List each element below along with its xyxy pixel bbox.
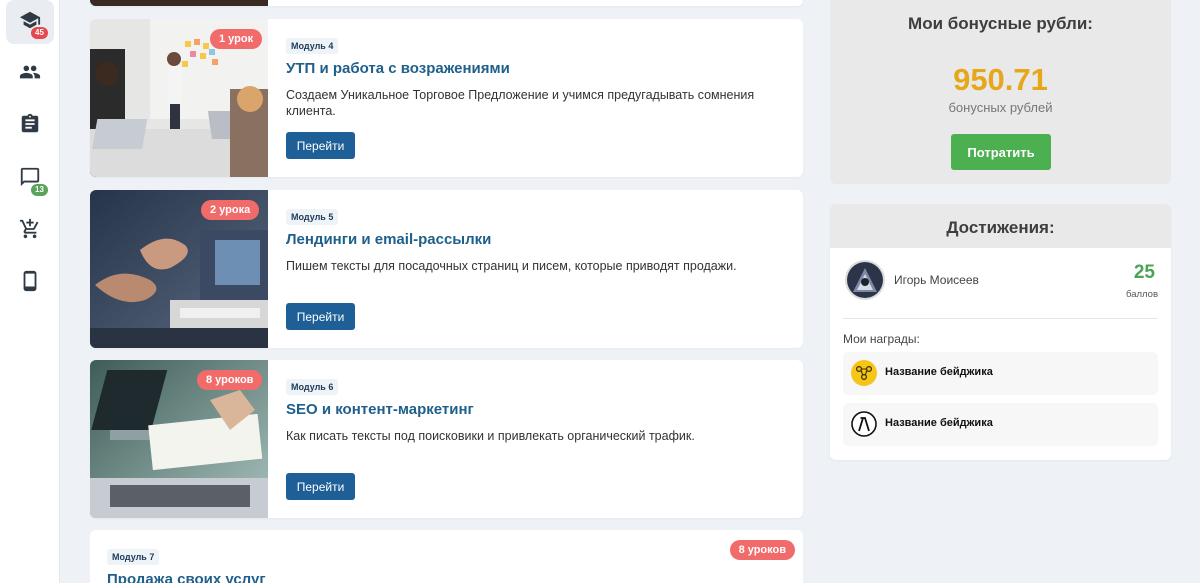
module-tag: Модуль 7 bbox=[107, 549, 160, 565]
module-tag: Модуль 5 bbox=[286, 209, 339, 225]
go-button[interactable]: Перейти bbox=[286, 303, 355, 330]
achievements-heading: Достижения: bbox=[946, 218, 1055, 237]
course-card-previous bbox=[90, 0, 803, 6]
divider bbox=[843, 318, 1158, 319]
course-card-module-4: 1 урок Модуль 4 УТП и работа с возражени… bbox=[90, 19, 803, 177]
avatar[interactable] bbox=[845, 260, 885, 300]
badge-name: Название бейджика bbox=[885, 366, 993, 378]
lessons-count-pill: 8 уроков bbox=[729, 540, 795, 560]
course-card-module-6: 8 уроков Модуль 6 SEO и контент-маркетин… bbox=[90, 360, 803, 518]
badge-item[interactable]: Название бейджика bbox=[843, 403, 1158, 446]
course-description: Как писать тексты под поисковики и привл… bbox=[286, 429, 695, 443]
course-title[interactable]: УТП и работа с возражениями bbox=[286, 60, 510, 77]
group-icon bbox=[19, 61, 41, 88]
course-card-module-5: 2 урока Модуль 5 Лендинги и email-рассыл… bbox=[90, 190, 803, 348]
course-description: Создаем Уникальное Торговое Предложение … bbox=[286, 88, 755, 118]
user-name[interactable]: Игорь Моисеев bbox=[894, 273, 979, 287]
sidebar-item-mobile[interactable] bbox=[6, 261, 54, 305]
score-value: 25 bbox=[1133, 262, 1155, 283]
lessons-count-pill: 1 урок bbox=[210, 29, 263, 49]
bonus-amount: 950.71 bbox=[953, 62, 1048, 97]
awards-label: Мои награды: bbox=[843, 332, 920, 346]
course-image bbox=[90, 0, 268, 6]
network-badge-icon bbox=[851, 360, 877, 386]
badge-item[interactable]: Название бейджика bbox=[843, 352, 1158, 395]
achievements-header: Достижения: bbox=[830, 204, 1171, 248]
lessons-count-pill: 8 уроков bbox=[197, 370, 263, 390]
sidebar-item-shop[interactable] bbox=[6, 209, 54, 253]
sidebar-item-tasks[interactable] bbox=[6, 104, 54, 148]
sidebar-item-group[interactable] bbox=[6, 52, 54, 96]
lambda-badge-icon bbox=[851, 411, 877, 437]
course-title[interactable]: Продажа своих услуг bbox=[107, 571, 266, 583]
sidebar-item-courses[interactable]: 45 bbox=[6, 0, 54, 44]
add-to-cart-icon bbox=[19, 218, 41, 245]
go-button[interactable]: Перейти bbox=[286, 132, 355, 159]
score-unit: баллов bbox=[1125, 289, 1158, 300]
lessons-count-pill: 2 урока bbox=[201, 200, 260, 220]
bonus-heading: Мои бонусные рубли: bbox=[908, 14, 1093, 33]
bonus-unit: бонусных рублей bbox=[948, 100, 1053, 115]
badge-name: Название бейджика bbox=[885, 417, 993, 429]
course-card-module-7: Модуль 7 Продажа своих услуг 8 уроков bbox=[90, 530, 803, 583]
achievements-panel: Достижения: Игорь Моисеев 25 баллов Мои … bbox=[830, 204, 1171, 460]
courses-count-badge: 45 bbox=[31, 27, 48, 39]
messages-count-badge: 13 bbox=[31, 184, 48, 196]
bonus-panel: Мои бонусные рубли: 950.71 бонусных рубл… bbox=[830, 0, 1171, 184]
sidebar-item-messages[interactable]: 13 bbox=[6, 157, 54, 201]
go-button[interactable]: Перейти bbox=[286, 473, 355, 500]
sidebar: 45 13 bbox=[0, 0, 60, 583]
clipboard-icon bbox=[19, 113, 41, 140]
course-title[interactable]: SEO и контент-маркетинг bbox=[286, 401, 474, 418]
module-tag: Модуль 4 bbox=[286, 38, 339, 54]
course-title[interactable]: Лендинги и email-рассылки bbox=[286, 231, 491, 248]
spend-button[interactable]: Потратить bbox=[951, 134, 1051, 170]
module-tag: Модуль 6 bbox=[286, 379, 339, 395]
course-description: Пишем тексты для посадочных страниц и пи… bbox=[286, 259, 737, 273]
smartphone-icon bbox=[19, 270, 41, 297]
